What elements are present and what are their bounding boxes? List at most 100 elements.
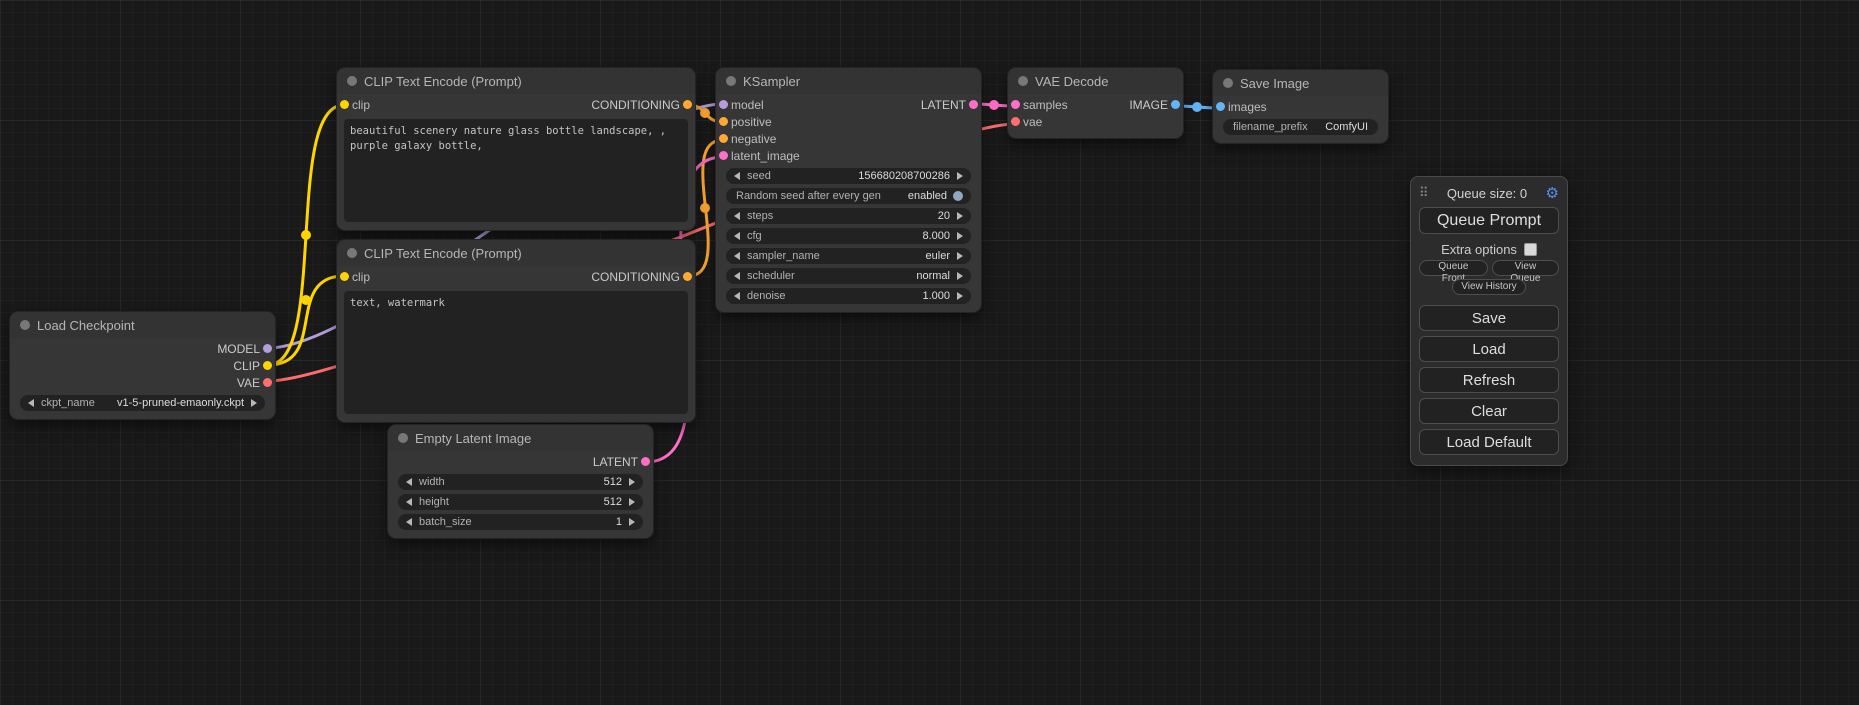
input-slot-latent-image[interactable] xyxy=(719,151,728,160)
node-title-bar[interactable]: Save Image xyxy=(1213,70,1388,96)
input-label-model: model xyxy=(731,98,764,112)
input-slot-images[interactable] xyxy=(1216,102,1225,111)
toggle-dot[interactable] xyxy=(953,191,963,201)
collapse-dot-icon[interactable] xyxy=(398,433,408,443)
increment-arrow-icon[interactable] xyxy=(957,212,963,220)
node-title-bar[interactable]: VAE Decode xyxy=(1008,68,1183,94)
settings-gear-icon[interactable]: ⚙ xyxy=(1546,184,1559,202)
output-slot-latent[interactable] xyxy=(969,100,978,109)
decrement-arrow-icon[interactable] xyxy=(28,399,34,407)
node-canvas[interactable]: Load Checkpoint MODEL CLIP VAE ckpt_name… xyxy=(0,0,1859,705)
save-button[interactable]: Save xyxy=(1419,305,1559,331)
widget-width[interactable]: width 512 xyxy=(398,474,643,490)
decrement-arrow-icon[interactable] xyxy=(734,212,740,220)
node-title-bar[interactable]: Empty Latent Image xyxy=(388,425,653,451)
node-title: VAE Decode xyxy=(1035,74,1108,89)
view-history-button[interactable]: View History xyxy=(1452,279,1525,295)
input-label-negative: negative xyxy=(731,132,776,146)
widget-filename-prefix[interactable]: filename_prefix ComfyUI xyxy=(1223,119,1378,135)
collapse-dot-icon[interactable] xyxy=(347,248,357,258)
input-slot-vae[interactable] xyxy=(1011,117,1020,126)
widget-scheduler[interactable]: scheduler normal xyxy=(726,268,971,284)
queue-front-button[interactable]: Queue Front xyxy=(1419,260,1488,276)
collapse-dot-icon[interactable] xyxy=(20,320,30,330)
increment-arrow-icon[interactable] xyxy=(629,498,635,506)
decrement-arrow-icon[interactable] xyxy=(734,172,740,180)
input-slot-negative[interactable] xyxy=(719,134,728,143)
output-slot-vae[interactable] xyxy=(263,378,272,387)
decrement-arrow-icon[interactable] xyxy=(734,252,740,260)
widget-height[interactable]: height 512 xyxy=(398,494,643,510)
widget-random-seed-toggle[interactable]: Random seed after every gen enabled xyxy=(726,188,971,204)
decrement-arrow-icon[interactable] xyxy=(734,292,740,300)
clear-button[interactable]: Clear xyxy=(1419,398,1559,424)
extra-options-checkbox[interactable] xyxy=(1524,243,1537,256)
widget-seed[interactable]: seed 156680208700286 xyxy=(726,168,971,184)
widget-cfg[interactable]: cfg 8.000 xyxy=(726,228,971,244)
collapse-dot-icon[interactable] xyxy=(726,76,736,86)
node-title-bar[interactable]: KSampler xyxy=(716,68,981,94)
widget-label: scheduler xyxy=(747,270,795,282)
widget-label: denoise xyxy=(747,290,786,302)
collapse-dot-icon[interactable] xyxy=(1223,78,1233,88)
widget-label: ckpt_name xyxy=(41,397,95,409)
decrement-arrow-icon[interactable] xyxy=(406,518,412,526)
decrement-arrow-icon[interactable] xyxy=(734,272,740,280)
drag-handle-icon[interactable]: ⠿ xyxy=(1419,185,1429,201)
output-slot-image[interactable] xyxy=(1171,100,1180,109)
increment-arrow-icon[interactable] xyxy=(251,399,257,407)
increment-arrow-icon[interactable] xyxy=(957,232,963,240)
node-clip-text-encode-positive[interactable]: CLIP Text Encode (Prompt) clip CONDITION… xyxy=(337,68,695,230)
node-title-bar[interactable]: CLIP Text Encode (Prompt) xyxy=(337,240,695,266)
node-title-bar[interactable]: CLIP Text Encode (Prompt) xyxy=(337,68,695,94)
increment-arrow-icon[interactable] xyxy=(957,272,963,280)
node-title: CLIP Text Encode (Prompt) xyxy=(364,246,522,261)
increment-arrow-icon[interactable] xyxy=(629,518,635,526)
widget-sampler-name[interactable]: sampler_name euler xyxy=(726,248,971,264)
output-slot-conditioning[interactable] xyxy=(683,272,692,281)
increment-arrow-icon[interactable] xyxy=(957,252,963,260)
load-default-button[interactable]: Load Default xyxy=(1419,429,1559,455)
increment-arrow-icon[interactable] xyxy=(629,478,635,486)
load-button[interactable]: Load xyxy=(1419,336,1559,362)
node-title-bar[interactable]: Load Checkpoint xyxy=(10,312,275,338)
output-slot-clip[interactable] xyxy=(263,361,272,370)
refresh-button[interactable]: Refresh xyxy=(1419,367,1559,393)
output-label-model: MODEL xyxy=(217,342,260,356)
decrement-arrow-icon[interactable] xyxy=(406,478,412,486)
node-empty-latent-image[interactable]: Empty Latent Image LATENT width 512 heig… xyxy=(388,425,653,538)
decrement-arrow-icon[interactable] xyxy=(406,498,412,506)
widget-ckpt-name[interactable]: ckpt_name v1-5-pruned-emaonly.ckpt xyxy=(20,395,265,411)
widget-batch-size[interactable]: batch_size 1 xyxy=(398,514,643,530)
widget-steps[interactable]: steps 20 xyxy=(726,208,971,224)
node-save-image[interactable]: Save Image images filename_prefix ComfyU… xyxy=(1213,70,1388,143)
prompt-textarea[interactable]: text, watermark xyxy=(344,291,688,414)
node-load-checkpoint[interactable]: Load Checkpoint MODEL CLIP VAE ckpt_name… xyxy=(10,312,275,419)
input-label-samples: samples xyxy=(1023,98,1068,112)
queue-prompt-button[interactable]: Queue Prompt xyxy=(1419,207,1559,234)
prompt-textarea[interactable]: beautiful scenery nature glass bottle la… xyxy=(344,119,688,222)
widget-label: filename_prefix xyxy=(1233,121,1308,133)
increment-arrow-icon[interactable] xyxy=(957,292,963,300)
widget-denoise[interactable]: denoise 1.000 xyxy=(726,288,971,304)
view-queue-button[interactable]: View Queue xyxy=(1492,260,1559,276)
widget-value: 1 xyxy=(616,516,622,528)
widget-value: v1-5-pruned-emaonly.ckpt xyxy=(117,397,244,409)
collapse-dot-icon[interactable] xyxy=(347,76,357,86)
collapse-dot-icon[interactable] xyxy=(1018,76,1028,86)
input-slot-clip[interactable] xyxy=(340,100,349,109)
node-vae-decode[interactable]: VAE Decode samples IMAGE vae xyxy=(1008,68,1183,138)
output-slot-model[interactable] xyxy=(263,344,272,353)
widget-value: 1.000 xyxy=(922,290,950,302)
input-slot-model[interactable] xyxy=(719,100,728,109)
input-slot-positive[interactable] xyxy=(719,117,728,126)
output-slot-conditioning[interactable] xyxy=(683,100,692,109)
increment-arrow-icon[interactable] xyxy=(957,172,963,180)
output-slot-latent[interactable] xyxy=(641,457,650,466)
widget-label: batch_size xyxy=(419,516,472,528)
node-clip-text-encode-negative[interactable]: CLIP Text Encode (Prompt) clip CONDITION… xyxy=(337,240,695,422)
input-slot-samples[interactable] xyxy=(1011,100,1020,109)
decrement-arrow-icon[interactable] xyxy=(734,232,740,240)
node-ksampler[interactable]: KSampler model LATENT positive negative … xyxy=(716,68,981,312)
input-slot-clip[interactable] xyxy=(340,272,349,281)
